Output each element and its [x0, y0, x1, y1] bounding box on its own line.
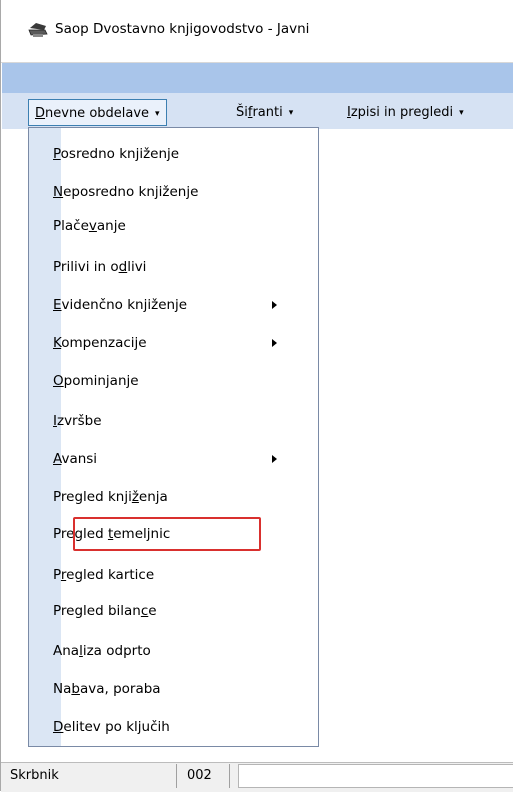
- menu-item-izvrsbe[interactable]: Izvršbe: [53, 408, 102, 434]
- submenu-arrow-icon: [272, 339, 277, 347]
- chevron-down-icon: ▾: [459, 108, 464, 118]
- submenu-arrow-icon: [272, 455, 277, 463]
- menu-item-mnemonic: N: [53, 184, 64, 200]
- menu-item-label: osredno knjiženje: [60, 146, 180, 162]
- menu-item-mnemonic: K: [53, 335, 62, 351]
- menu-item-mnemonic: P: [53, 146, 61, 162]
- menu-item-mnemonic: O: [53, 373, 64, 389]
- title-bar: Saop Dvostavno knjigovodstvo - Javni: [1, 0, 513, 63]
- menu-item-label: Na: [53, 681, 72, 697]
- printer-icon: [28, 23, 48, 37]
- menu-item-mnemonic: E: [53, 297, 62, 313]
- menu-item-label: enja: [138, 489, 168, 505]
- menu-item-placevanje[interactable]: Plačevanje: [53, 213, 126, 239]
- highlight-box: [73, 517, 261, 551]
- menu-item-label: videnčno knjiženje: [61, 297, 188, 313]
- menu-item-label: ava, poraba: [79, 681, 161, 697]
- menu-item-posredno-knjizenje[interactable]: Posredno knjiženje: [53, 141, 179, 167]
- menu-label-mnemonic: D: [35, 106, 46, 121]
- menu-item-label: vansi: [61, 451, 98, 467]
- toolbar-band: [2, 63, 513, 93]
- menu-item-mnemonic: d: [118, 259, 128, 275]
- menu-item-analiza-odprto[interactable]: Analiza odprto: [53, 638, 151, 664]
- menu-item-label: pominjanje: [63, 373, 139, 389]
- menu-label-part: Ši: [236, 105, 248, 120]
- chevron-down-icon: ▾: [155, 109, 160, 119]
- menu-item-label: P: [53, 567, 61, 583]
- menu-item-kompenzacije[interactable]: Kompenzacije: [53, 330, 147, 356]
- chevron-down-icon: ▾: [288, 108, 294, 118]
- menu-item-mnemonic: v: [88, 218, 97, 234]
- menu-item-label: iza odprto: [82, 643, 151, 659]
- submenu-arrow-icon: [272, 301, 277, 309]
- menu-item-avansi[interactable]: Avansi: [53, 446, 97, 472]
- menu-item-pregled-kartice[interactable]: Pregled kartice: [53, 562, 154, 588]
- menu-sifranti[interactable]: Šifranti ▾: [236, 99, 293, 126]
- menu-item-nabava-poraba[interactable]: Nabava, poraba: [53, 676, 161, 702]
- menu-item-label: ompenzacije: [61, 335, 147, 351]
- app-window: Saop Dvostavno knjigovodstvo - Javni Dne…: [0, 0, 513, 792]
- menu-item-pregled-knjizenja[interactable]: Pregled knjiženja: [53, 484, 168, 510]
- menu-item-label: e: [148, 603, 157, 619]
- menu-izpisi-in-pregledi[interactable]: Izpisi in pregledi ▾: [347, 99, 464, 126]
- status-pane: [238, 764, 513, 788]
- menu-item-mnemonic: D: [53, 719, 64, 735]
- menu-item-label: elitev po ključih: [63, 719, 170, 735]
- window-title: Saop Dvostavno knjigovodstvo - Javni: [55, 21, 310, 37]
- menu-item-label: Ana: [53, 643, 80, 659]
- menu-item-label: livi: [127, 259, 147, 275]
- menu-item-mnemonic: ž: [131, 489, 139, 505]
- menu-item-label: egled kartice: [66, 567, 155, 583]
- menu-item-label: Pregled knji: [53, 489, 132, 505]
- menu-item-label: zvršbe: [56, 413, 102, 429]
- menu-item-delitev-po-kljucih[interactable]: Delitev po ključih: [53, 714, 170, 740]
- status-user: Skrbnik: [7, 764, 177, 788]
- menu-item-opominjanje[interactable]: Opominjanje: [53, 368, 139, 394]
- menu-item-label: Pregled bilan: [53, 603, 141, 619]
- menu-dnevne-obdelave[interactable]: Dnevne obdelave ▾: [28, 99, 167, 126]
- menu-item-prilivi-in-odlivi[interactable]: Prilivi in odlivi: [53, 254, 146, 280]
- menu-item-mnemonic: b: [71, 681, 80, 697]
- menu-item-pregled-bilance[interactable]: Pregled bilance: [53, 598, 157, 624]
- menu-label-part: nevne obdelave: [45, 106, 150, 121]
- menu-label-part: ranti: [252, 105, 283, 120]
- menu-item-label: eposredno knjiženje: [63, 184, 199, 200]
- menu-item-label: Prilivi in o: [53, 259, 119, 275]
- menu-item-label: anje: [96, 218, 126, 234]
- menu-label-part: zpisi in pregledi: [350, 105, 454, 120]
- menu-item-label: Plače: [53, 218, 89, 234]
- menu-item-evidencno-knjizenje[interactable]: Evidenčno knjiženje: [53, 292, 187, 318]
- menu-item-neposredno-knjizenje[interactable]: Neposredno knjiženje: [53, 179, 198, 205]
- status-code: 002: [184, 764, 230, 788]
